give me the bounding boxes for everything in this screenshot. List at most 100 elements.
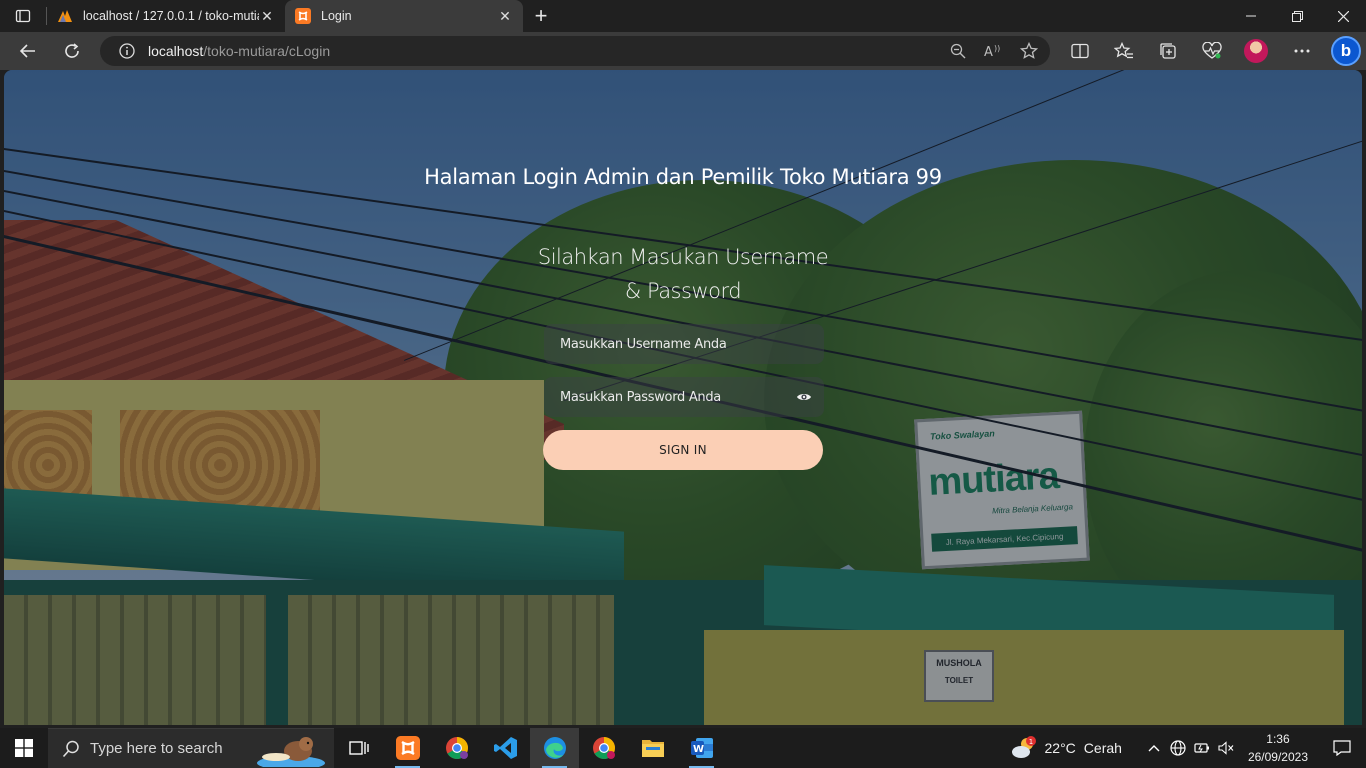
url-path: /toko-mutiara/cLogin bbox=[203, 43, 331, 59]
tab-actions-icon bbox=[15, 9, 31, 23]
weather-description: Cerah bbox=[1083, 740, 1122, 756]
toolbar-right: b bbox=[1058, 32, 1366, 70]
weather-sun-cloud-icon: 1 bbox=[1011, 736, 1036, 758]
password-placeholder: Masukkan Password Anda bbox=[560, 389, 721, 405]
back-arrow-icon bbox=[19, 44, 35, 58]
close-icon bbox=[1337, 10, 1349, 22]
favorites-button[interactable] bbox=[1102, 32, 1146, 70]
tab-close-icon[interactable]: ✕ bbox=[497, 8, 513, 24]
start-button[interactable] bbox=[0, 728, 48, 768]
folder-icon bbox=[641, 740, 664, 757]
chrome-icon bbox=[445, 737, 468, 759]
restore-button[interactable] bbox=[1274, 0, 1320, 32]
split-screen-icon bbox=[1071, 43, 1089, 59]
collections-icon bbox=[1160, 43, 1176, 59]
subtitle-line-1: Silahkan Masukan Username bbox=[537, 245, 829, 269]
volume-muted-icon bbox=[1218, 741, 1234, 755]
collections-button[interactable] bbox=[1146, 32, 1190, 70]
page-viewport: Toko Swalayan mutiara Mitra Belanja Kelu… bbox=[4, 70, 1362, 725]
notifications-button[interactable] bbox=[1324, 728, 1360, 768]
taskbar-xampp[interactable] bbox=[383, 728, 432, 768]
new-tab-button[interactable]: + bbox=[523, 0, 559, 32]
battery-button[interactable] bbox=[1190, 728, 1214, 768]
split-screen-button[interactable] bbox=[1058, 32, 1102, 70]
edge-icon bbox=[543, 737, 566, 759]
sign-in-button[interactable]: SIGN IN bbox=[543, 430, 823, 470]
subtitle-line-2: & Password bbox=[624, 279, 742, 303]
password-input[interactable]: Masukkan Password Anda bbox=[544, 377, 824, 417]
heart-pulse-icon bbox=[1202, 42, 1222, 59]
tab-phpmyadmin[interactable]: localhost / 127.0.0.1 / toko-mutiara ✕ bbox=[47, 0, 285, 32]
restore-icon bbox=[1291, 10, 1303, 22]
back-button[interactable] bbox=[6, 32, 50, 70]
tab-close-icon[interactable]: ✕ bbox=[259, 8, 275, 24]
search-highlight-illustration-icon bbox=[257, 737, 325, 767]
page-title: Halaman Login Admin dan Pemilik Toko Mut… bbox=[424, 165, 942, 189]
avatar bbox=[1244, 39, 1268, 63]
tab-title: localhost / 127.0.0.1 / toko-mutiara bbox=[83, 9, 259, 23]
browser-toolbar: localhost/toko-mutiara/cLogin A)) b bbox=[0, 32, 1366, 70]
minimize-icon bbox=[1246, 15, 1256, 17]
taskbar-edge[interactable] bbox=[530, 728, 579, 768]
taskbar-vscode[interactable] bbox=[481, 728, 530, 768]
read-aloud-icon[interactable]: A)) bbox=[984, 43, 1002, 59]
windows-taskbar: Type here to search W 1 22°C Cerah 1:36 … bbox=[0, 728, 1366, 768]
xampp-icon bbox=[395, 736, 420, 760]
username-placeholder: Masukkan Username Anda bbox=[560, 336, 727, 352]
site-info-icon[interactable] bbox=[112, 43, 142, 59]
login-subtitle: Silahkan Masukan Username & Password bbox=[4, 240, 1362, 308]
chrome-icon bbox=[592, 737, 615, 759]
system-tray: 1 22°C Cerah 1:36 26/09/2023 bbox=[1011, 728, 1366, 768]
search-placeholder: Type here to search bbox=[90, 740, 223, 757]
username-input[interactable]: Masukkan Username Anda bbox=[544, 324, 824, 364]
window-controls bbox=[1228, 0, 1366, 32]
volume-button[interactable] bbox=[1214, 728, 1238, 768]
svg-text:W: W bbox=[693, 744, 704, 755]
tab-title: Login bbox=[321, 9, 352, 23]
notification-icon bbox=[1333, 740, 1351, 756]
favorite-star-icon[interactable] bbox=[1020, 42, 1038, 60]
network-button[interactable] bbox=[1166, 728, 1190, 768]
minimize-button[interactable] bbox=[1228, 0, 1274, 32]
profile-button[interactable] bbox=[1234, 32, 1278, 70]
favorites-list-icon bbox=[1114, 42, 1133, 59]
close-window-button[interactable] bbox=[1320, 0, 1366, 32]
weather-temperature: 22°C bbox=[1044, 740, 1076, 756]
more-dots-icon bbox=[1294, 49, 1310, 53]
phpmyadmin-favicon-icon bbox=[58, 10, 72, 22]
search-icon bbox=[62, 740, 79, 757]
task-view-button[interactable] bbox=[334, 728, 383, 768]
show-password-eye-icon[interactable] bbox=[796, 389, 812, 405]
taskbar-chrome[interactable] bbox=[579, 728, 628, 768]
pinned-apps: W bbox=[334, 728, 726, 768]
tab-login[interactable]: Login ✕ bbox=[285, 0, 523, 32]
url-text[interactable]: localhost/toko-mutiara/cLogin bbox=[148, 43, 330, 59]
tab-actions-button[interactable] bbox=[0, 0, 46, 32]
svg-text:)): )) bbox=[994, 44, 1000, 53]
weather-badge: 1 bbox=[1028, 738, 1032, 746]
show-hidden-icons-button[interactable] bbox=[1142, 728, 1166, 768]
bing-chat-button[interactable]: b bbox=[1324, 32, 1366, 70]
settings-more-button[interactable] bbox=[1280, 32, 1324, 70]
taskbar-word[interactable]: W bbox=[677, 728, 726, 768]
browser-essentials-button[interactable] bbox=[1190, 32, 1234, 70]
taskbar-file-explorer[interactable] bbox=[628, 728, 677, 768]
login-panel: Halaman Login Admin dan Pemilik Toko Mut… bbox=[4, 70, 1362, 725]
zoom-out-icon[interactable] bbox=[950, 43, 966, 59]
address-bar[interactable]: localhost/toko-mutiara/cLogin A)) bbox=[100, 36, 1050, 66]
taskbar-chrome-profile[interactable] bbox=[432, 728, 481, 768]
refresh-icon bbox=[65, 43, 79, 58]
vscode-icon bbox=[493, 737, 517, 759]
weather-widget[interactable]: 1 22°C Cerah bbox=[1011, 736, 1122, 760]
clock-time: 1:36 bbox=[1266, 732, 1290, 746]
svg-text:A: A bbox=[984, 45, 993, 59]
taskbar-clock[interactable]: 1:36 26/09/2023 bbox=[1248, 730, 1308, 766]
word-icon: W bbox=[690, 738, 713, 758]
address-bar-actions: A)) bbox=[950, 36, 1038, 66]
chevron-up-icon bbox=[1148, 745, 1160, 752]
clock-date: 26/09/2023 bbox=[1247, 750, 1308, 764]
windows-logo-icon bbox=[15, 739, 33, 757]
taskbar-search-box[interactable]: Type here to search bbox=[48, 728, 334, 768]
refresh-button[interactable] bbox=[50, 32, 94, 70]
bing-icon: b bbox=[1331, 36, 1361, 66]
